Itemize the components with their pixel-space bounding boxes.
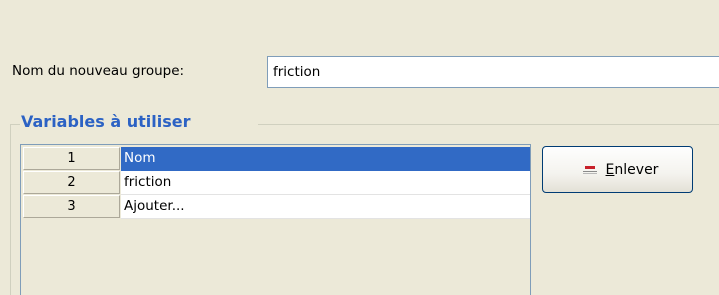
row-number[interactable]: 1 xyxy=(23,147,120,170)
remove-button-label: nlever xyxy=(614,161,659,178)
remove-button-mnemonic: E xyxy=(605,161,615,178)
row-number[interactable]: 2 xyxy=(23,171,120,194)
group-border-top-right xyxy=(258,124,719,125)
dialog-body: Nom du nouveau groupe: Variables à utili… xyxy=(0,0,719,295)
table-row[interactable]: 3 Ajouter... xyxy=(21,195,530,219)
table-row[interactable]: 2 friction xyxy=(21,171,530,195)
table-row[interactable]: 1 Nom xyxy=(21,147,530,171)
variables-group-title: Variables à utiliser xyxy=(21,112,193,131)
group-border-top-left xyxy=(10,124,20,125)
row-number[interactable]: 3 xyxy=(23,195,120,218)
variables-table[interactable]: 1 Nom 2 friction 3 Ajouter... xyxy=(20,144,531,295)
group-border-left xyxy=(10,124,11,295)
remove-icon xyxy=(582,165,597,175)
remove-button[interactable]: Enlever xyxy=(542,146,693,193)
group-name-label: Nom du nouveau groupe: xyxy=(12,63,185,79)
group-name-input[interactable] xyxy=(267,56,719,88)
add-variable-cell[interactable]: Ajouter... xyxy=(121,195,530,219)
variable-cell[interactable]: Nom xyxy=(121,147,530,171)
variable-cell[interactable]: friction xyxy=(121,171,530,195)
